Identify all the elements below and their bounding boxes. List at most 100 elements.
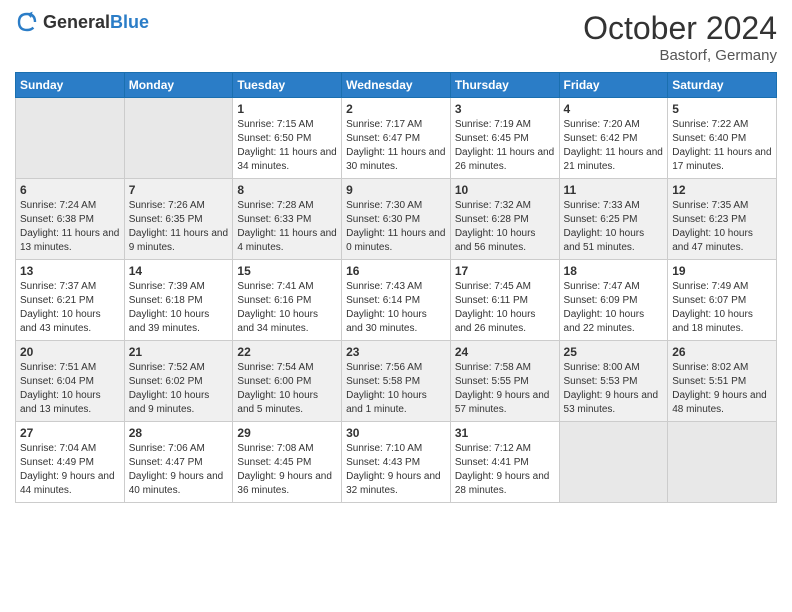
month-title: October 2024: [583, 10, 777, 47]
calendar-cell: 30Sunrise: 7:10 AM Sunset: 4:43 PM Dayli…: [342, 422, 451, 503]
header-row: SundayMondayTuesdayWednesdayThursdayFrid…: [16, 73, 777, 98]
logo: GeneralBlue: [15, 10, 149, 34]
day-info: Sunrise: 7:54 AM Sunset: 6:00 PM Dayligh…: [237, 361, 337, 417]
day-info: Sunrise: 7:51 AM Sunset: 6:04 PM Dayligh…: [20, 361, 120, 417]
day-info: Sunrise: 7:17 AM Sunset: 6:47 PM Dayligh…: [346, 118, 446, 174]
day-number: 27: [20, 426, 120, 440]
day-info: Sunrise: 7:28 AM Sunset: 6:33 PM Dayligh…: [237, 199, 337, 255]
column-header-tuesday: Tuesday: [233, 73, 342, 98]
calendar-table: SundayMondayTuesdayWednesdayThursdayFrid…: [15, 72, 777, 503]
calendar-cell: [668, 422, 777, 503]
calendar-cell: 2 Sunrise: 7:17 AM Sunset: 6:47 PM Daylig…: [342, 98, 451, 179]
day-number: 12: [672, 183, 772, 197]
day-info: Sunrise: 7:06 AM Sunset: 4:47 PM Dayligh…: [129, 442, 229, 498]
calendar-cell: 8Sunrise: 7:28 AM Sunset: 6:33 PM Daylig…: [233, 179, 342, 260]
week-row-2: 6Sunrise: 7:24 AM Sunset: 6:38 PM Daylig…: [16, 179, 777, 260]
day-number: 1: [237, 102, 337, 116]
calendar-cell: 12 Sunrise: 7:35 AM Sunset: 6:23 PM Dayli…: [668, 179, 777, 260]
column-header-saturday: Saturday: [668, 73, 777, 98]
day-info: Sunrise: 7:58 AM Sunset: 5:55 PM Dayligh…: [455, 361, 555, 417]
day-info: Sunrise: 7:32 AM Sunset: 6:28 PM Dayligh…: [455, 199, 555, 255]
day-number: 17: [455, 264, 555, 278]
day-info: Sunrise: 7:20 AM Sunset: 6:42 PM Dayligh…: [564, 118, 664, 174]
day-info: Sunrise: 7:08 AM Sunset: 4:45 PM Dayligh…: [237, 442, 337, 498]
week-row-3: 13Sunrise: 7:37 AM Sunset: 6:21 PM Dayli…: [16, 260, 777, 341]
day-number: 13: [20, 264, 120, 278]
calendar-cell: [16, 98, 125, 179]
calendar-cell: 28 Sunrise: 7:06 AM Sunset: 4:47 PM Dayli…: [124, 422, 233, 503]
calendar-cell: [124, 98, 233, 179]
day-info: Sunrise: 7:22 AM Sunset: 6:40 PM Dayligh…: [672, 118, 772, 174]
day-info: Sunrise: 7:39 AM Sunset: 6:18 PM Dayligh…: [129, 280, 229, 336]
day-info: Sunrise: 7:04 AM Sunset: 4:49 PM Dayligh…: [20, 442, 120, 498]
day-number: 15: [237, 264, 337, 278]
day-number: 4: [564, 102, 664, 116]
day-info: Sunrise: 7:15 AM Sunset: 6:50 PM Dayligh…: [237, 118, 337, 174]
calendar-cell: 22 Sunrise: 7:54 AM Sunset: 6:00 PM Dayli…: [233, 341, 342, 422]
calendar-cell: 11 Sunrise: 7:33 AM Sunset: 6:25 PM Dayli…: [559, 179, 668, 260]
calendar-cell: 19 Sunrise: 7:49 AM Sunset: 6:07 PM Dayli…: [668, 260, 777, 341]
day-number: 9: [346, 183, 446, 197]
day-number: 11: [564, 183, 664, 197]
day-number: 30: [346, 426, 446, 440]
day-number: 26: [672, 345, 772, 359]
week-row-1: 1 Sunrise: 7:15 AM Sunset: 6:50 PM Daylig…: [16, 98, 777, 179]
day-number: 16: [346, 264, 446, 278]
page-header: GeneralBlue October 2024 Bastorf, German…: [15, 10, 777, 64]
calendar-cell: [559, 422, 668, 503]
day-number: 29: [237, 426, 337, 440]
calendar-cell: 9 Sunrise: 7:30 AM Sunset: 6:30 PM Daylig…: [342, 179, 451, 260]
day-number: 21: [129, 345, 229, 359]
calendar-cell: 18 Sunrise: 7:47 AM Sunset: 6:09 PM Dayli…: [559, 260, 668, 341]
day-info: Sunrise: 7:47 AM Sunset: 6:09 PM Dayligh…: [564, 280, 664, 336]
day-info: Sunrise: 7:35 AM Sunset: 6:23 PM Dayligh…: [672, 199, 772, 255]
calendar-cell: 25 Sunrise: 8:00 AM Sunset: 5:53 PM Dayli…: [559, 341, 668, 422]
calendar-cell: 24 Sunrise: 7:58 AM Sunset: 5:55 PM Dayli…: [450, 341, 559, 422]
week-row-4: 20Sunrise: 7:51 AM Sunset: 6:04 PM Dayli…: [16, 341, 777, 422]
day-number: 5: [672, 102, 772, 116]
day-number: 28: [129, 426, 229, 440]
day-number: 31: [455, 426, 555, 440]
day-info: Sunrise: 7:43 AM Sunset: 6:14 PM Dayligh…: [346, 280, 446, 336]
logo-blue: Blue: [110, 12, 149, 32]
day-number: 3: [455, 102, 555, 116]
location-title: Bastorf, Germany: [583, 47, 777, 64]
column-header-friday: Friday: [559, 73, 668, 98]
calendar-cell: 7 Sunrise: 7:26 AM Sunset: 6:35 PM Daylig…: [124, 179, 233, 260]
calendar-cell: 1 Sunrise: 7:15 AM Sunset: 6:50 PM Daylig…: [233, 98, 342, 179]
calendar-cell: 21 Sunrise: 7:52 AM Sunset: 6:02 PM Dayli…: [124, 341, 233, 422]
calendar-cell: 14Sunrise: 7:39 AM Sunset: 6:18 PM Dayli…: [124, 260, 233, 341]
day-info: Sunrise: 7:26 AM Sunset: 6:35 PM Dayligh…: [129, 199, 229, 255]
day-number: 24: [455, 345, 555, 359]
day-number: 19: [672, 264, 772, 278]
calendar-cell: 16 Sunrise: 7:43 AM Sunset: 6:14 PM Dayli…: [342, 260, 451, 341]
day-number: 10: [455, 183, 555, 197]
day-number: 25: [564, 345, 664, 359]
day-info: Sunrise: 7:52 AM Sunset: 6:02 PM Dayligh…: [129, 361, 229, 417]
day-number: 22: [237, 345, 337, 359]
calendar-cell: 31 Sunrise: 7:12 AM Sunset: 4:41 PM Dayli…: [450, 422, 559, 503]
day-info: Sunrise: 7:41 AM Sunset: 6:16 PM Dayligh…: [237, 280, 337, 336]
column-header-wednesday: Wednesday: [342, 73, 451, 98]
day-info: Sunrise: 7:33 AM Sunset: 6:25 PM Dayligh…: [564, 199, 664, 255]
day-number: 18: [564, 264, 664, 278]
calendar-cell: 5 Sunrise: 7:22 AM Sunset: 6:40 PM Daylig…: [668, 98, 777, 179]
column-header-sunday: Sunday: [16, 73, 125, 98]
column-header-thursday: Thursday: [450, 73, 559, 98]
day-info: Sunrise: 7:30 AM Sunset: 6:30 PM Dayligh…: [346, 199, 446, 255]
calendar-cell: 4 Sunrise: 7:20 AM Sunset: 6:42 PM Daylig…: [559, 98, 668, 179]
day-info: Sunrise: 8:02 AM Sunset: 5:51 PM Dayligh…: [672, 361, 772, 417]
day-number: 7: [129, 183, 229, 197]
calendar-cell: 20Sunrise: 7:51 AM Sunset: 6:04 PM Dayli…: [16, 341, 125, 422]
day-info: Sunrise: 7:49 AM Sunset: 6:07 PM Dayligh…: [672, 280, 772, 336]
day-number: 6: [20, 183, 120, 197]
day-info: Sunrise: 7:12 AM Sunset: 4:41 PM Dayligh…: [455, 442, 555, 498]
day-number: 2: [346, 102, 446, 116]
calendar-cell: 27 Sunrise: 7:04 AM Sunset: 4:49 PM Dayli…: [16, 422, 125, 503]
week-row-5: 27 Sunrise: 7:04 AM Sunset: 4:49 PM Dayli…: [16, 422, 777, 503]
calendar-cell: 17 Sunrise: 7:45 AM Sunset: 6:11 PM Dayli…: [450, 260, 559, 341]
title-block: October 2024 Bastorf, Germany: [583, 10, 777, 64]
day-info: Sunrise: 7:45 AM Sunset: 6:11 PM Dayligh…: [455, 280, 555, 336]
logo-general: General: [43, 12, 110, 32]
day-info: Sunrise: 8:00 AM Sunset: 5:53 PM Dayligh…: [564, 361, 664, 417]
